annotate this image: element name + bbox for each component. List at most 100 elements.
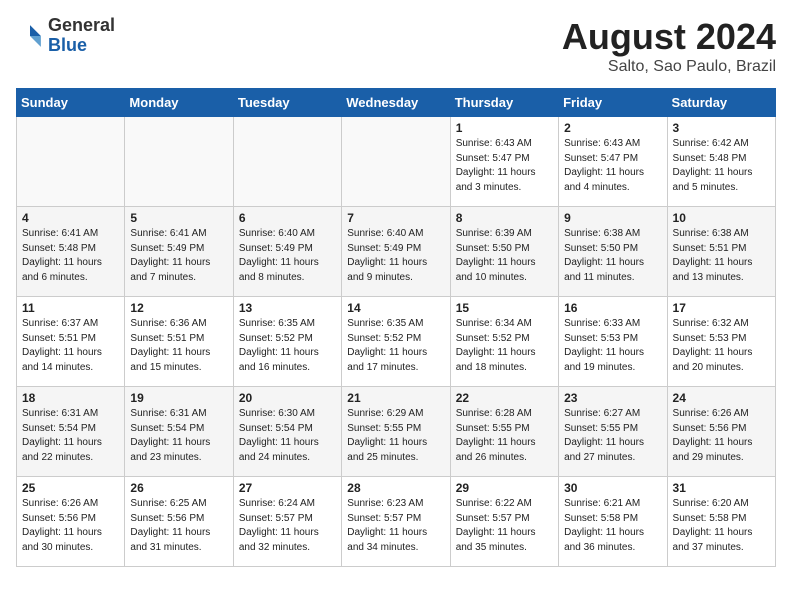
day-number: 16 — [564, 301, 661, 315]
calendar-cell: 11 Sunrise: 6:37 AM Sunset: 5:51 PM Dayli… — [17, 297, 125, 387]
calendar-cell: 15 Sunrise: 6:34 AM Sunset: 5:52 PM Dayli… — [450, 297, 558, 387]
calendar-cell: 17 Sunrise: 6:32 AM Sunset: 5:53 PM Dayli… — [667, 297, 775, 387]
day-info: Sunrise: 6:38 AM Sunset: 5:51 PM Dayligh… — [673, 227, 770, 285]
day-number: 11 — [22, 301, 119, 315]
calendar-cell — [342, 117, 450, 207]
day-info: Sunrise: 6:35 AM Sunset: 5:52 PM Dayligh… — [347, 317, 444, 375]
day-info: Sunrise: 6:39 AM Sunset: 5:50 PM Dayligh… — [456, 227, 553, 285]
day-info: Sunrise: 6:40 AM Sunset: 5:49 PM Dayligh… — [347, 227, 444, 285]
day-info: Sunrise: 6:30 AM Sunset: 5:54 PM Dayligh… — [239, 407, 336, 465]
day-info: Sunrise: 6:38 AM Sunset: 5:50 PM Dayligh… — [564, 227, 661, 285]
day-info: Sunrise: 6:34 AM Sunset: 5:52 PM Dayligh… — [456, 317, 553, 375]
calendar-table: SundayMondayTuesdayWednesdayThursdayFrid… — [16, 88, 776, 567]
day-info: Sunrise: 6:43 AM Sunset: 5:47 PM Dayligh… — [456, 137, 553, 195]
day-info: Sunrise: 6:29 AM Sunset: 5:55 PM Dayligh… — [347, 407, 444, 465]
calendar-cell: 14Sunrise: 6:35 AM Sunset: 5:52 PM Dayli… — [342, 297, 450, 387]
day-number: 29 — [456, 481, 553, 495]
calendar-cell: 9Sunrise: 6:38 AM Sunset: 5:50 PM Daylig… — [559, 207, 667, 297]
day-number: 8 — [456, 211, 553, 225]
calendar-cell: 21Sunrise: 6:29 AM Sunset: 5:55 PM Dayli… — [342, 387, 450, 477]
calendar-cell: 8 Sunrise: 6:39 AM Sunset: 5:50 PM Daylig… — [450, 207, 558, 297]
day-info: Sunrise: 6:26 AM Sunset: 5:56 PM Dayligh… — [673, 407, 770, 465]
logo: General Blue — [16, 16, 115, 56]
calendar-cell — [125, 117, 233, 207]
day-info: Sunrise: 6:37 AM Sunset: 5:51 PM Dayligh… — [22, 317, 119, 375]
calendar-cell: 6 Sunrise: 6:40 AM Sunset: 5:49 PM Daylig… — [233, 207, 341, 297]
day-number: 22 — [456, 391, 553, 405]
calendar-cell: 20 Sunrise: 6:30 AM Sunset: 5:54 PM Dayli… — [233, 387, 341, 477]
day-number: 26 — [130, 481, 227, 495]
day-number: 28 — [347, 481, 444, 495]
day-number: 30 — [564, 481, 661, 495]
calendar-cell: 3 Sunrise: 6:42 AM Sunset: 5:48 PM Daylig… — [667, 117, 775, 207]
calendar-cell: 2 Sunrise: 6:43 AM Sunset: 5:47 PM Daylig… — [559, 117, 667, 207]
day-info: Sunrise: 6:28 AM Sunset: 5:55 PM Dayligh… — [456, 407, 553, 465]
calendar-cell — [233, 117, 341, 207]
calendar-cell: 1 Sunrise: 6:43 AM Sunset: 5:47 PM Daylig… — [450, 117, 558, 207]
day-number: 19 — [130, 391, 227, 405]
calendar-cell: 22 Sunrise: 6:28 AM Sunset: 5:55 PM Dayli… — [450, 387, 558, 477]
day-info: Sunrise: 6:20 AM Sunset: 5:58 PM Dayligh… — [673, 497, 770, 555]
day-number: 17 — [673, 301, 770, 315]
calendar-cell: 28 Sunrise: 6:23 AM Sunset: 5:57 PM Dayli… — [342, 477, 450, 567]
day-number: 2 — [564, 121, 661, 135]
day-info: Sunrise: 6:43 AM Sunset: 5:47 PM Dayligh… — [564, 137, 661, 195]
day-number: 6 — [239, 211, 336, 225]
calendar-cell: 16Sunrise: 6:33 AM Sunset: 5:53 PM Dayli… — [559, 297, 667, 387]
logo-general-text: General — [48, 16, 115, 36]
calendar-cell: 27 Sunrise: 6:24 AM Sunset: 5:57 PM Dayli… — [233, 477, 341, 567]
calendar-cell: 24 Sunrise: 6:26 AM Sunset: 5:56 PM Dayli… — [667, 387, 775, 477]
day-number: 4 — [22, 211, 119, 225]
header-friday: Friday — [559, 89, 667, 117]
day-number: 20 — [239, 391, 336, 405]
day-info: Sunrise: 6:31 AM Sunset: 5:54 PM Dayligh… — [130, 407, 227, 465]
logo-icon — [16, 22, 44, 50]
day-info: Sunrise: 6:36 AM Sunset: 5:51 PM Dayligh… — [130, 317, 227, 375]
day-number: 23 — [564, 391, 661, 405]
day-number: 10 — [673, 211, 770, 225]
day-number: 24 — [673, 391, 770, 405]
header-saturday: Saturday — [667, 89, 775, 117]
calendar-cell: 12 Sunrise: 6:36 AM Sunset: 5:51 PM Dayli… — [125, 297, 233, 387]
day-info: Sunrise: 6:27 AM Sunset: 5:55 PM Dayligh… — [564, 407, 661, 465]
calendar-cell — [17, 117, 125, 207]
calendar-cell: 31Sunrise: 6:20 AM Sunset: 5:58 PM Dayli… — [667, 477, 775, 567]
day-info: Sunrise: 6:42 AM Sunset: 5:48 PM Dayligh… — [673, 137, 770, 195]
calendar-cell: 5Sunrise: 6:41 AM Sunset: 5:49 PM Daylig… — [125, 207, 233, 297]
day-info: Sunrise: 6:40 AM Sunset: 5:49 PM Dayligh… — [239, 227, 336, 285]
day-number: 18 — [22, 391, 119, 405]
header-tuesday: Tuesday — [233, 89, 341, 117]
header-sunday: Sunday — [17, 89, 125, 117]
calendar-cell: 25 Sunrise: 6:26 AM Sunset: 5:56 PM Dayli… — [17, 477, 125, 567]
day-number: 27 — [239, 481, 336, 495]
day-info: Sunrise: 6:21 AM Sunset: 5:58 PM Dayligh… — [564, 497, 661, 555]
calendar-cell: 23 Sunrise: 6:27 AM Sunset: 5:55 PM Dayli… — [559, 387, 667, 477]
day-number: 3 — [673, 121, 770, 135]
header-monday: Monday — [125, 89, 233, 117]
calendar-cell: 29Sunrise: 6:22 AM Sunset: 5:57 PM Dayli… — [450, 477, 558, 567]
day-info: Sunrise: 6:31 AM Sunset: 5:54 PM Dayligh… — [22, 407, 119, 465]
logo-blue-text: Blue — [48, 36, 115, 56]
day-number: 12 — [130, 301, 227, 315]
day-info: Sunrise: 6:24 AM Sunset: 5:57 PM Dayligh… — [239, 497, 336, 555]
day-info: Sunrise: 6:41 AM Sunset: 5:49 PM Dayligh… — [130, 227, 227, 285]
day-info: Sunrise: 6:35 AM Sunset: 5:52 PM Dayligh… — [239, 317, 336, 375]
day-info: Sunrise: 6:32 AM Sunset: 5:53 PM Dayligh… — [673, 317, 770, 375]
day-number: 25 — [22, 481, 119, 495]
calendar-week-row: 4 Sunrise: 6:41 AM Sunset: 5:48 PM Daylig… — [17, 207, 776, 297]
month-year-title: August 2024 — [562, 16, 776, 58]
calendar-week-row: 18 Sunrise: 6:31 AM Sunset: 5:54 PM Dayli… — [17, 387, 776, 477]
day-number: 13 — [239, 301, 336, 315]
day-info: Sunrise: 6:25 AM Sunset: 5:56 PM Dayligh… — [130, 497, 227, 555]
calendar-week-row: 25 Sunrise: 6:26 AM Sunset: 5:56 PM Dayli… — [17, 477, 776, 567]
header-wednesday: Wednesday — [342, 89, 450, 117]
day-info: Sunrise: 6:41 AM Sunset: 5:48 PM Dayligh… — [22, 227, 119, 285]
day-info: Sunrise: 6:23 AM Sunset: 5:57 PM Dayligh… — [347, 497, 444, 555]
calendar-cell: 26 Sunrise: 6:25 AM Sunset: 5:56 PM Dayli… — [125, 477, 233, 567]
day-info: Sunrise: 6:26 AM Sunset: 5:56 PM Dayligh… — [22, 497, 119, 555]
day-number: 1 — [456, 121, 553, 135]
title-block: August 2024 Salto, Sao Paulo, Brazil — [562, 16, 776, 76]
day-number: 15 — [456, 301, 553, 315]
calendar-cell: 7Sunrise: 6:40 AM Sunset: 5:49 PM Daylig… — [342, 207, 450, 297]
calendar-cell: 13 Sunrise: 6:35 AM Sunset: 5:52 PM Dayli… — [233, 297, 341, 387]
